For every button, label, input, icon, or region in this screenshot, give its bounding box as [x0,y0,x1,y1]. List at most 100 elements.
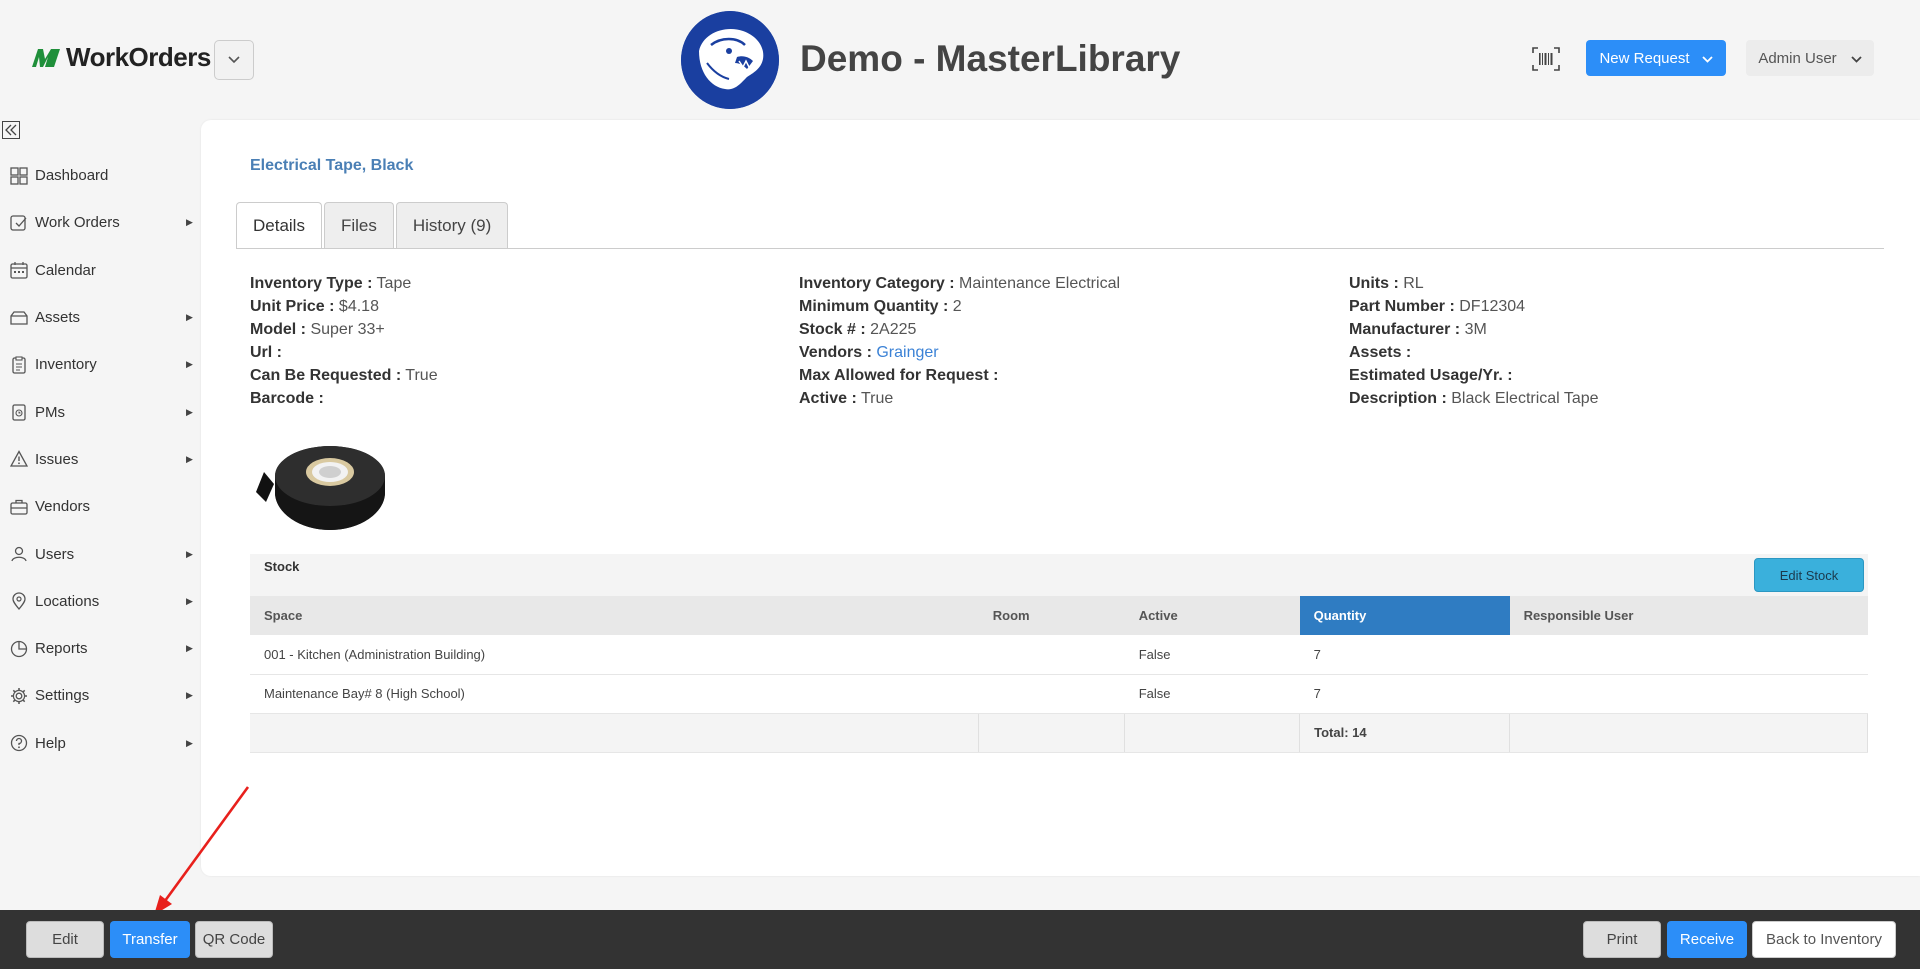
detail-label: Assets : [1349,344,1412,361]
sidebar-item-users[interactable]: Users ▶ [0,530,200,577]
cell-quantity: 7 [1299,674,1510,714]
detail-value: $4.18 [338,298,379,315]
sidebar-item-work-orders[interactable]: Work Orders ▶ [0,199,200,246]
app-logo[interactable]: WorkOrders [30,42,211,73]
detail-vendors: Vendors : Grainger [799,341,1120,364]
sidebar-item-assets[interactable]: Assets ▶ [0,294,200,341]
sidebar-item-label: Calendar [35,261,96,279]
detail-can-be-requested: Can Be Requested : True [250,364,438,387]
detail-tabs: Details Files History (9) [236,202,510,249]
sidebar-item-locations[interactable]: Locations ▶ [0,578,200,625]
detail-value: 2A225 [870,321,917,338]
table-row[interactable]: Maintenance Bay# 8 (High School) False 7 [250,674,1868,714]
details-column-2: Inventory Category : Maintenance Electri… [799,272,1120,410]
new-request-button[interactable]: New Request [1586,40,1726,76]
detail-inventory-type: Inventory Type : Tape [250,272,438,295]
sidebar-item-label: Settings [35,687,90,705]
total-quantity: Total: 14 [1299,713,1511,753]
new-request-label: New Request [1599,49,1690,67]
detail-label: Part Number : [1349,298,1455,315]
detail-label: Can Be Requested : [250,367,402,384]
qr-code-button[interactable]: QR Code [195,921,273,958]
details-column-1: Inventory Type : Tape Unit Price : $4.18… [250,272,438,410]
column-header-active[interactable]: Active [1124,596,1300,635]
detail-url: Url : [250,341,438,364]
sidebar-item-label: Assets [35,309,81,327]
sidebar-item-pms[interactable]: PMs ▶ [0,388,200,435]
pms-icon [10,403,28,421]
sidebar-item-label: Vendors [35,498,91,516]
app-header: WorkOrders Demo - MasterLibrary New Requ… [0,0,1920,120]
detail-label: Active : [799,390,857,407]
edit-stock-button[interactable]: Edit Stock [1754,558,1864,592]
sidebar-item-dashboard[interactable]: Dashboard [0,152,200,199]
tab-details[interactable]: Details [236,202,322,249]
detail-value: Maintenance Electrical [959,275,1121,292]
detail-label: Stock # : [799,321,866,338]
cell-room [978,635,1125,675]
detail-part-number: Part Number : DF12304 [1349,295,1599,318]
detail-label: Minimum Quantity : [799,298,949,315]
receive-button[interactable]: Receive [1667,921,1747,958]
dashboard-icon [10,166,28,185]
caret-right-icon: ▶ [186,217,193,228]
detail-manufacturer: Manufacturer : 3M [1349,318,1599,341]
sidebar-item-settings[interactable]: Settings ▶ [0,672,200,719]
detail-label: Model : [250,321,306,338]
help-icon [10,734,28,752]
detail-value: 3M [1464,321,1487,338]
sidebar-item-help[interactable]: Help ▶ [0,720,200,767]
cell-active: False [1124,674,1300,714]
detail-value: RL [1403,275,1424,292]
inventory-icon [10,356,28,374]
detail-inventory-category: Inventory Category : Maintenance Electri… [799,272,1120,295]
app-name: WorkOrders [66,42,211,72]
transfer-button[interactable]: Transfer [110,921,190,958]
sidebar-nav: Dashboard Work Orders ▶ Calendar Assets … [0,152,200,767]
caret-right-icon: ▶ [186,548,193,559]
sidebar-item-calendar[interactable]: Calendar [0,247,200,294]
stock-header-bar [250,554,1868,596]
back-to-inventory-button[interactable]: Back to Inventory [1752,921,1896,958]
chevron-down-icon [1851,50,1862,67]
sidebar-item-inventory[interactable]: Inventory ▶ [0,341,200,388]
location-pin-icon [10,592,28,611]
user-menu-button[interactable]: Admin User [1746,40,1874,76]
detail-label: Manufacturer : [1349,321,1461,338]
detail-value: DF12304 [1459,298,1526,315]
app-switcher-button[interactable] [214,40,254,80]
detail-label: Estimated Usage/Yr. : [1349,367,1513,384]
detail-max-allowed: Max Allowed for Request : [799,364,1120,387]
column-header-room[interactable]: Room [978,596,1125,635]
sidebar-item-label: PMs [35,403,65,421]
sidebar-item-issues[interactable]: Issues ▶ [0,436,200,483]
detail-label: Units : [1349,275,1399,292]
column-header-space[interactable]: Space [250,596,979,635]
cell-active: False [1124,635,1300,675]
footer-cell [978,713,1126,753]
column-header-quantity[interactable]: Quantity [1299,596,1510,635]
barcode-scan-icon[interactable] [1531,46,1561,72]
collapse-sidebar-icon[interactable] [2,121,20,139]
print-button[interactable]: Print [1583,921,1661,958]
table-row[interactable]: 001 - Kitchen (Administration Building) … [250,635,1868,675]
sidebar-item-reports[interactable]: Reports ▶ [0,625,200,672]
sidebar-item-label: Reports [35,640,88,658]
sidebar-item-vendors[interactable]: Vendors [0,483,200,530]
tab-history[interactable]: History (9) [395,202,509,248]
cell-space: Maintenance Bay# 8 (High School) [250,674,979,714]
detail-label: Description : [1349,390,1447,407]
detail-estimated-usage: Estimated Usage/Yr. : [1349,364,1599,387]
cell-quantity: 7 [1299,635,1510,675]
detail-value: True [405,367,438,384]
detail-minimum-quantity: Minimum Quantity : 2 [799,295,1120,318]
column-header-responsible-user[interactable]: Responsible User [1509,596,1868,635]
footer-cell [1124,713,1301,753]
annotation-arrow-icon [154,786,250,915]
detail-unit-price: Unit Price : $4.18 [250,295,438,318]
footer-cell [250,713,980,753]
edit-button[interactable]: Edit [26,921,104,958]
sidebar-item-label: Work Orders [35,214,120,232]
vendor-link[interactable]: Grainger [876,344,938,361]
tab-files[interactable]: Files [323,202,394,248]
